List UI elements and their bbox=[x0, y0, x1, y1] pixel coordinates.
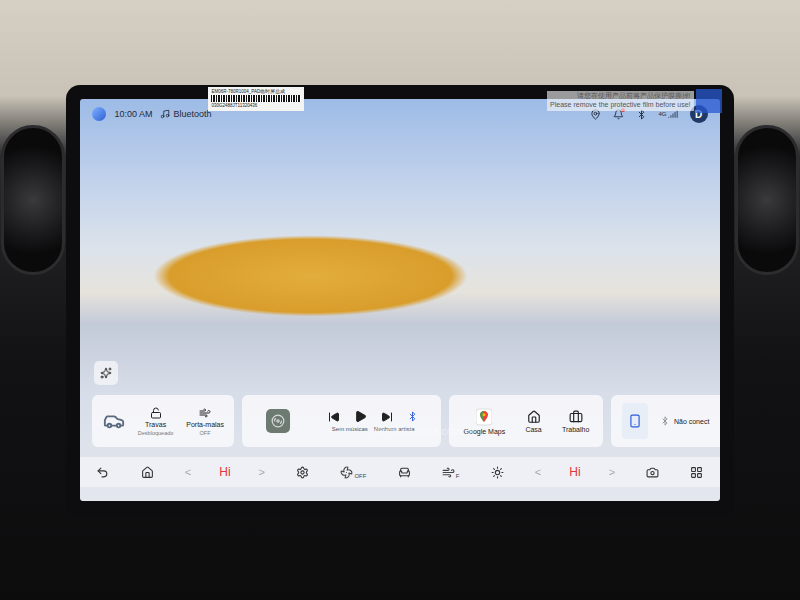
briefcase-icon[interactable] bbox=[569, 410, 583, 424]
film-tab bbox=[696, 89, 722, 113]
car-icon bbox=[103, 410, 125, 432]
clock: 10:00 AM bbox=[114, 109, 152, 119]
air-vent[interactable] bbox=[735, 125, 799, 275]
film-notice-line: 请您在使用产品前将产品保护膜撕掉! bbox=[577, 92, 691, 101]
shortcut-label: Casa bbox=[525, 426, 541, 433]
disc-icon bbox=[271, 414, 285, 428]
fan-icon[interactable] bbox=[340, 466, 353, 479]
vehicle-item[interactable]: Travas Desbloqueado bbox=[138, 407, 173, 436]
play-icon[interactable] bbox=[354, 410, 367, 423]
barcode bbox=[211, 95, 301, 102]
sticker: EM06R-780R1004_PAD临时屏总成 030G2488JT1132043… bbox=[208, 87, 304, 111]
google-maps-icon[interactable] bbox=[476, 408, 492, 426]
fan-label: OFF bbox=[354, 473, 366, 479]
home-icon[interactable] bbox=[527, 410, 541, 424]
shortcut-label: Trabalho bbox=[562, 426, 589, 433]
next-icon[interactable] bbox=[381, 411, 393, 423]
defrost-label: F bbox=[456, 473, 460, 479]
favorites-button[interactable] bbox=[94, 361, 118, 385]
vehicle-card[interactable]: Travas Desbloqueado Porta-malas OFF bbox=[92, 395, 234, 447]
watermark: carrosnaserra.com.br bbox=[370, 425, 475, 437]
fan-button[interactable]: OFF bbox=[340, 466, 366, 479]
bluetooth-icon bbox=[660, 416, 670, 426]
logo-icon bbox=[92, 107, 106, 121]
dashboard: 10:00 AMBluetooth4GDTravasDesbloqueadoPo… bbox=[0, 0, 800, 600]
screen-bezel: 10:00 AMBluetooth4GDTravasDesbloqueadoPo… bbox=[66, 85, 733, 517]
navigation-shortcut[interactable]: Google Maps bbox=[464, 408, 506, 435]
audio-source[interactable]: Bluetooth bbox=[173, 109, 211, 119]
grid-icon[interactable] bbox=[690, 466, 703, 479]
vehicle-item-label: Porta-malas bbox=[186, 421, 224, 428]
phone-icon bbox=[628, 414, 642, 428]
sticker-serial: 030G2488JT11320436 bbox=[211, 103, 301, 108]
previous-icon[interactable] bbox=[328, 411, 340, 423]
brightness-icon[interactable] bbox=[491, 466, 504, 479]
temp-value: Hi bbox=[569, 465, 580, 479]
vehicle-item-value: Desbloqueado bbox=[138, 430, 173, 436]
widget-row: Travas Desbloqueado Porta-malas OFF Sem músi… bbox=[80, 395, 719, 447]
temp-value: Hi bbox=[219, 465, 230, 479]
temp-up[interactable]: > bbox=[609, 466, 615, 478]
home-icon[interactable] bbox=[141, 466, 154, 479]
media-card[interactable]: Sem músicas Nenhum artista bbox=[242, 395, 441, 447]
air-vent[interactable] bbox=[1, 125, 65, 275]
navigation-card[interactable]: Google Maps Casa Trabalho bbox=[449, 395, 603, 447]
seat-icon[interactable] bbox=[398, 466, 411, 479]
track-title: Sem músicas bbox=[332, 426, 368, 432]
trunk-icon bbox=[199, 407, 211, 419]
back-icon[interactable] bbox=[96, 466, 109, 479]
film-notice-line: Please remove the protective film before… bbox=[550, 101, 690, 110]
navigation-shortcut[interactable]: Casa bbox=[525, 410, 541, 433]
sparkles-icon[interactable] bbox=[100, 367, 112, 379]
network-type: 4G bbox=[659, 111, 667, 117]
temp-down[interactable]: < bbox=[535, 466, 541, 478]
dock: < Hi > OFF F < Hi > bbox=[80, 457, 719, 487]
music-icon bbox=[160, 109, 170, 119]
defrost-button[interactable]: F bbox=[442, 466, 460, 479]
left-temperature[interactable]: < Hi > bbox=[185, 465, 265, 479]
defrost-icon[interactable] bbox=[442, 466, 455, 479]
vehicle-item-label: Travas bbox=[145, 421, 166, 428]
temp-up[interactable]: > bbox=[259, 466, 265, 478]
bluetooth-icon[interactable] bbox=[407, 411, 418, 422]
left-vent-area bbox=[0, 85, 66, 275]
display: 10:00 AMBluetooth4GDTravasDesbloqueadoPo… bbox=[80, 99, 719, 501]
phone-status: Não conect bbox=[674, 418, 709, 425]
album-art bbox=[266, 409, 290, 433]
vehicle-item-value: OFF bbox=[200, 430, 211, 436]
gear-icon[interactable] bbox=[296, 466, 309, 479]
signal-icon bbox=[668, 109, 678, 119]
sticker-model: EM06R-780R1004_PAD临时屏总成 bbox=[211, 89, 301, 94]
lock-icon bbox=[150, 407, 162, 419]
right-temperature[interactable]: < Hi > bbox=[535, 465, 615, 479]
right-vent-area bbox=[734, 85, 800, 275]
navigation-shortcut[interactable]: Trabalho bbox=[562, 410, 589, 433]
temp-down[interactable]: < bbox=[185, 466, 191, 478]
vehicle-item[interactable]: Porta-malas OFF bbox=[186, 407, 224, 436]
film-notice: 请您在使用产品前将产品保护膜撕掉!Please remove the prote… bbox=[547, 91, 693, 111]
camera-icon[interactable] bbox=[646, 466, 659, 479]
wallpaper bbox=[80, 129, 719, 395]
track-artist: Nenhum artista bbox=[374, 426, 415, 432]
phone-card[interactable]: Não conect bbox=[611, 395, 719, 447]
shortcut-label: Google Maps bbox=[464, 428, 506, 435]
phone-box bbox=[622, 403, 648, 439]
